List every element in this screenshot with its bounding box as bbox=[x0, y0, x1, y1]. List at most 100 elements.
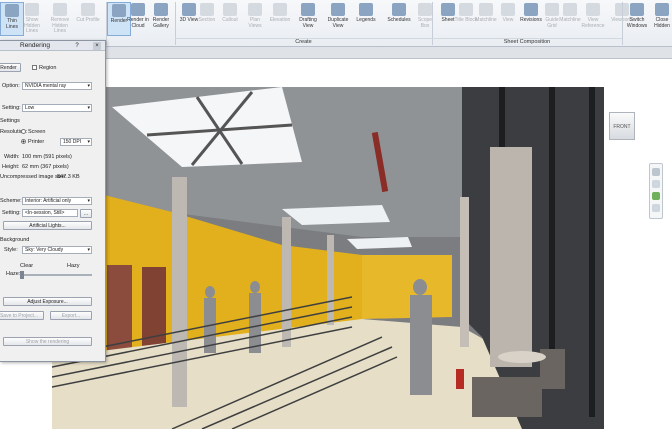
ribbon-button[interactable]: Matchline bbox=[558, 2, 582, 36]
ribbon-button[interactable]: Switch Windows bbox=[625, 2, 649, 36]
help-button[interactable]: ? bbox=[73, 42, 81, 50]
chevron-down-icon: ▾ bbox=[87, 83, 90, 89]
wheel-icon[interactable] bbox=[652, 168, 660, 176]
dialog-title: Rendering ? × bbox=[0, 41, 105, 51]
ribbon-button-icon bbox=[501, 3, 515, 16]
radio-icon bbox=[21, 129, 26, 135]
navigation-bar[interactable] bbox=[649, 163, 663, 219]
chevron-down-icon: ▾ bbox=[87, 139, 90, 145]
scheme-select[interactable]: Interior: Artificial only ▾ bbox=[22, 197, 92, 205]
height-label: Height: bbox=[2, 164, 20, 170]
pan-icon[interactable] bbox=[652, 204, 660, 212]
orbit-icon[interactable] bbox=[652, 192, 660, 200]
option-value: NVIDIA mental ray bbox=[25, 83, 67, 89]
ribbon-button-label: Render in Cloud bbox=[127, 17, 149, 29]
ribbon-button[interactable]: Callout bbox=[218, 2, 242, 36]
ribbon-button[interactable]: Section bbox=[195, 2, 219, 36]
background-heading: Background bbox=[0, 237, 30, 243]
ribbon-button-label: Close Hidden bbox=[654, 17, 670, 29]
ribbon-button-label: Render Gallery bbox=[152, 17, 170, 29]
quality-value: Low bbox=[25, 105, 35, 111]
column-right bbox=[490, 147, 532, 367]
screen-radio[interactable]: Screen bbox=[21, 129, 45, 135]
ribbon-button-icon bbox=[479, 3, 493, 16]
option-label: Option: bbox=[2, 83, 20, 89]
lights-setting-field[interactable]: <In-session, Still> bbox=[22, 209, 78, 217]
ribbon-button[interactable]: Matchline bbox=[474, 2, 498, 36]
ribbon-button-label: Matchline bbox=[559, 17, 581, 23]
ribbon-button-icon bbox=[182, 3, 196, 16]
haze-label: Haze: bbox=[6, 271, 21, 277]
ribbon-button-icon bbox=[81, 3, 95, 16]
ribbon-button-label: Remove Hidden Lines bbox=[50, 17, 70, 34]
chevron-down-icon: ▾ bbox=[87, 198, 90, 204]
ribbon-button-label: Legends bbox=[356, 17, 376, 23]
ribbon-button[interactable]: Show Hidden Lines bbox=[20, 2, 44, 36]
chevron-down-icon: ▾ bbox=[87, 105, 90, 111]
ribbon-button-icon bbox=[223, 3, 237, 16]
ribbon-button[interactable]: View bbox=[496, 2, 520, 36]
ribbon-button-icon bbox=[331, 3, 345, 16]
screen-label: Screen bbox=[28, 129, 46, 135]
zoom-icon[interactable] bbox=[652, 180, 660, 188]
ribbon-button[interactable]: View Reference bbox=[581, 2, 605, 36]
ribbon-button-label: View Reference bbox=[581, 17, 605, 29]
far-wall bbox=[362, 255, 452, 319]
export-button[interactable]: Export... bbox=[50, 311, 92, 320]
rendered-scene bbox=[52, 87, 604, 429]
quality-select[interactable]: Low ▾ bbox=[22, 104, 92, 112]
ribbon-button-icon bbox=[586, 3, 600, 16]
chevron-down-icon: ▾ bbox=[87, 247, 90, 253]
ribbon-button-label: Switch Windows bbox=[626, 17, 648, 29]
show-rendering-button[interactable]: Show the rendering bbox=[3, 337, 92, 346]
ribbon-button-label: View bbox=[502, 17, 514, 23]
render-button[interactable]: Render bbox=[0, 63, 21, 72]
width-label: Width: bbox=[4, 154, 20, 160]
ribbon-button-icon bbox=[154, 3, 168, 16]
option-select[interactable]: NVIDIA mental ray ▾ bbox=[22, 82, 92, 90]
clear-label: Clear bbox=[20, 263, 34, 269]
haze-slider[interactable] bbox=[20, 274, 92, 276]
artificial-lights-button[interactable]: Artificial Lights... bbox=[3, 221, 92, 230]
style-label: Style: bbox=[4, 247, 18, 253]
ribbon-button-label: Show Hidden Lines bbox=[24, 17, 40, 34]
ribbon-button[interactable]: Scope Box bbox=[413, 2, 437, 36]
printer-radio[interactable]: Printer bbox=[21, 139, 44, 145]
adjust-exposure-button[interactable]: Adjust Exposure... bbox=[3, 297, 92, 306]
ribbon-button[interactable]: Legends bbox=[354, 2, 378, 36]
ribbon-button[interactable]: Drafting View bbox=[296, 2, 320, 36]
ribbon-button-icon bbox=[630, 3, 644, 16]
ribbon-button-icon bbox=[459, 3, 473, 16]
status-bar bbox=[0, 438, 672, 448]
ribbon-button-icon bbox=[392, 3, 406, 16]
group-create: Create bbox=[175, 38, 432, 46]
ribbon-button[interactable]: Schedules bbox=[387, 2, 411, 36]
ribbon-button-label: Plan Views bbox=[248, 17, 262, 29]
ribbon-button[interactable]: Render in Cloud bbox=[126, 2, 150, 36]
ribbon-button[interactable]: Remove Hidden Lines bbox=[48, 2, 72, 36]
viewcube[interactable]: FRONT bbox=[609, 112, 635, 140]
ribbon-button[interactable]: Close Hidden bbox=[650, 2, 672, 36]
ribbon-button-icon bbox=[441, 3, 455, 16]
save-to-project-button[interactable]: Save to Project... bbox=[0, 311, 44, 320]
ribbon-button[interactable]: Elevation bbox=[268, 2, 292, 36]
ribbon-button-icon bbox=[418, 3, 432, 16]
rendering-dialog: Rendering ? × Render Region Option: NVID… bbox=[0, 40, 106, 362]
skylight-3 bbox=[347, 237, 412, 249]
scheme-label: Scheme: bbox=[0, 198, 22, 204]
more-button[interactable]: ... bbox=[80, 209, 92, 218]
ribbon-button[interactable]: Plan Views bbox=[243, 2, 267, 36]
ribbon-separator bbox=[622, 2, 623, 45]
ribbon-button[interactable]: Render Gallery bbox=[149, 2, 173, 36]
region-checkbox[interactable]: Region bbox=[32, 65, 56, 71]
ribbon-button[interactable]: Cut Profile bbox=[76, 2, 100, 36]
style-select[interactable]: Sky: Very Cloudy ▾ bbox=[22, 246, 92, 254]
height-value: 62 mm (367 pixels) bbox=[22, 164, 69, 170]
dpi-select[interactable]: 150 DPI ▾ bbox=[60, 138, 92, 146]
haze-slider-handle[interactable] bbox=[20, 271, 24, 279]
ribbon-button[interactable]: Duplicate View bbox=[326, 2, 350, 36]
ribbon-button-icon bbox=[53, 3, 67, 16]
close-button[interactable]: × bbox=[93, 42, 101, 50]
style-value: Sky: Very Cloudy bbox=[25, 247, 64, 253]
ribbon-button-icon bbox=[563, 3, 577, 16]
